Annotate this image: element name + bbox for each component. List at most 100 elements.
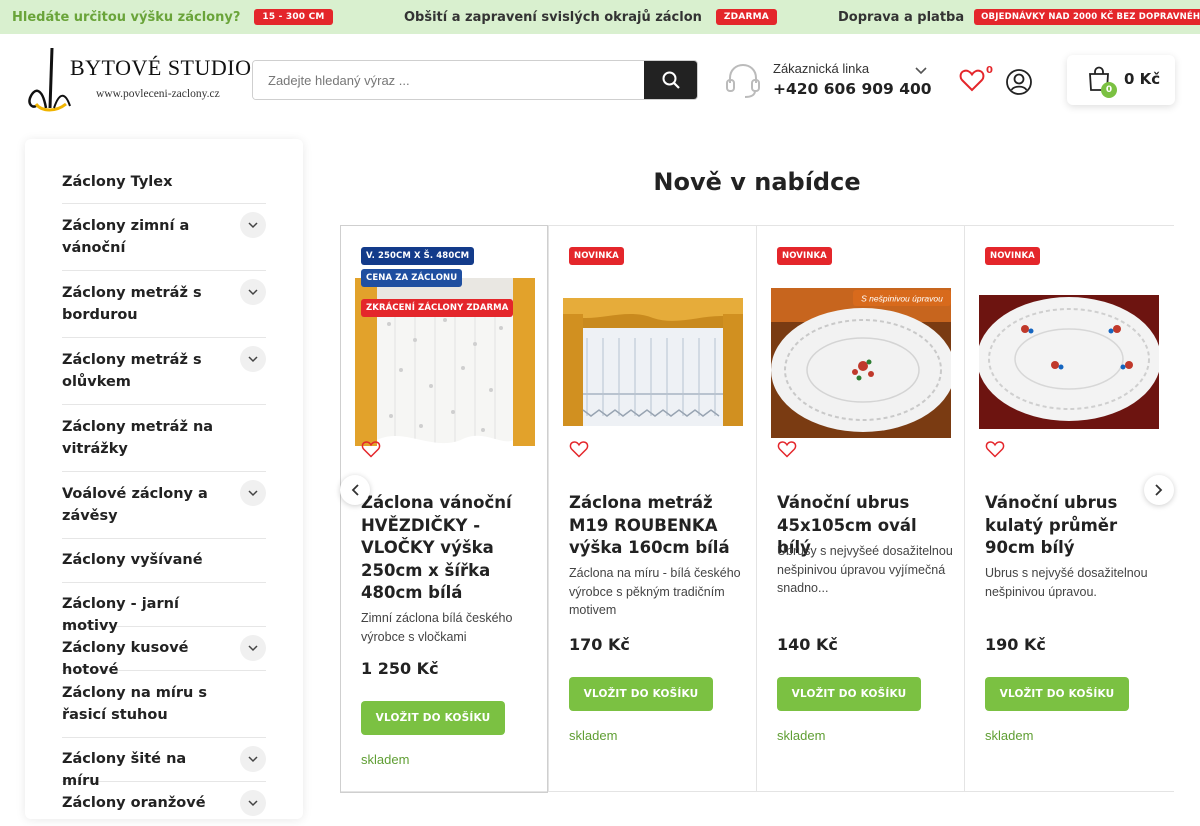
sidebar-item-label[interactable]: Záclony zimní a vánoční [62, 215, 266, 259]
chevron-left-icon [351, 484, 359, 496]
chevron-down-icon [248, 799, 258, 806]
heart-icon[interactable] [361, 440, 381, 458]
product-image[interactable] [563, 298, 743, 426]
logo-mark [28, 47, 71, 112]
account-button[interactable] [1005, 68, 1033, 96]
sidebar-item[interactable]: Záclony - jarní motivy [62, 583, 266, 634]
add-to-cart-button[interactable]: VLOŽIT DO KOŠÍKU [985, 677, 1129, 711]
hemming-badge: ZDARMA [715, 9, 777, 25]
logo-title: BYTOVÉ STUDIO [70, 55, 252, 80]
expand-toggle[interactable] [240, 746, 266, 772]
expand-toggle[interactable] [240, 790, 266, 816]
sidebar-item-label[interactable]: Záclony metráž s olůvkem [62, 349, 266, 393]
sidebar-item[interactable]: Záclony šité na míru [62, 738, 266, 789]
headset-icon [726, 63, 760, 98]
add-to-cart-button[interactable]: VLOŽIT DO KOŠÍKU [777, 677, 921, 711]
top-info-bar: Hledáte určitou výšku záclony? 15 - 300 … [0, 0, 1200, 34]
product-carousel: V. 250CM X Š. 480CM CENA ZA ZÁCLONU ZKRÁ… [340, 225, 1174, 793]
shipping-link[interactable]: Doprava a platba [838, 10, 964, 25]
product-price: 190 Kč [985, 635, 1046, 654]
product-description: Ubrusy s nejvyšeé dosažitelnou nešpinivo… [777, 544, 953, 595]
chevron-down-icon [248, 755, 258, 762]
product-tags: V. 250CM X Š. 480CM CENA ZA ZÁCLONU ZKRÁ… [361, 247, 514, 317]
sidebar-item[interactable]: Záclony metráž s olůvkem [62, 338, 266, 405]
expand-toggle[interactable] [240, 480, 266, 506]
sidebar-item-label[interactable]: Záclony na míru s řasicí stuhou [62, 682, 266, 726]
expand-toggle[interactable] [240, 346, 266, 372]
new-tag: NOVINKA [777, 247, 832, 265]
heart-icon[interactable] [985, 440, 1005, 458]
search-button[interactable] [644, 61, 697, 99]
product-tags: NOVINKA [777, 247, 832, 265]
product-card[interactable]: V. 250CM X Š. 480CM CENA ZA ZÁCLONU ZKRÁ… [340, 225, 548, 793]
sidebar-item-label[interactable]: Záclony oranžové [62, 792, 266, 814]
height-info[interactable]: Hledáte určitou výšku záclony? 15 - 300 … [12, 0, 333, 34]
sidebar-item-label[interactable]: Záclony metráž na vitrážky [62, 416, 266, 460]
product-name[interactable]: Záclona vánoční HVĚZDIČKY - VLOČKY výška… [361, 492, 539, 605]
chevron-down-icon [248, 644, 258, 651]
product-description: Ubrus s nejvyšé dosažitelnou nešpinivou … [985, 566, 1148, 599]
shipping-info[interactable]: Doprava a platba OBJEDNÁVKY NAD 2000 KČ … [838, 0, 1200, 34]
search-icon [662, 71, 680, 89]
product-name[interactable]: Záclona metráž M19 ROUBENKA výška 160cm … [569, 492, 747, 560]
product-price: 1 250 Kč [361, 659, 439, 678]
stock-status: skladem [985, 728, 1034, 743]
add-to-cart-button[interactable]: VLOŽIT DO KOŠÍKU [361, 701, 505, 735]
sidebar-item-label[interactable]: Záclony Tylex [62, 171, 266, 193]
chevron-down-icon [248, 288, 258, 295]
chevron-down-icon [248, 355, 258, 362]
sidebar-item[interactable]: Záclony kusové hotové [62, 627, 266, 678]
hemming-text: Obšití a zapravení svislých okrajů záclo… [404, 9, 702, 25]
heart-icon [959, 69, 985, 92]
height-badge: 15 - 300 CM [254, 9, 333, 25]
new-tag: NOVINKA [985, 247, 1040, 265]
sidebar-item[interactable]: Záclony Tylex [62, 161, 266, 204]
customer-line-label: Zákaznická linka [773, 61, 870, 76]
cart-count: 0 [1101, 82, 1117, 98]
sidebar-item[interactable]: Záclony metráž na vitrážky [62, 405, 266, 472]
product-price: 140 Kč [777, 635, 838, 654]
search-bar [252, 60, 698, 100]
heart-icon[interactable] [777, 440, 797, 458]
product-card[interactable]: NOVINKA Záclona metráž M19 ROUBENKA výšk… [548, 226, 756, 792]
product-image[interactable]: S nešpinivou úpravou [771, 288, 951, 438]
expand-toggle[interactable] [240, 279, 266, 305]
sidebar-item[interactable]: Záclony zimní a vánoční [62, 204, 266, 271]
sidebar-item-label[interactable]: Záclony metráž s bordurou [62, 282, 266, 326]
product-card[interactable]: S nešpinivou úpravou NOVINKA Vánoční ubr… [756, 226, 964, 792]
carousel-prev-button[interactable] [340, 475, 370, 505]
sidebar-item[interactable]: Záclony metráž s bordurou [62, 271, 266, 338]
cart-total: 0 Kč [1124, 70, 1161, 88]
sidebar-item-label[interactable]: Voálové záclony a závěsy [62, 483, 266, 527]
wishlist-button[interactable]: 0 [959, 65, 999, 98]
new-tag: NOVINKA [569, 247, 624, 265]
sidebar-item[interactable]: Voálové záclony a závěsy [62, 472, 266, 539]
wishlist-count: 0 [986, 65, 993, 76]
expand-toggle[interactable] [240, 212, 266, 238]
sidebar-item[interactable]: Záclony vyšívané [62, 539, 266, 583]
product-tags: NOVINKA [985, 247, 1040, 265]
expand-toggle[interactable] [240, 635, 266, 661]
search-input[interactable] [253, 61, 644, 99]
user-icon [1006, 69, 1032, 95]
site-logo[interactable]: BYTOVÉ STUDIO www.povleceni-zaclony.cz [26, 46, 251, 112]
chevron-down-icon[interactable] [915, 67, 927, 75]
sidebar-item-label[interactable]: Záclony vyšívané [62, 549, 266, 571]
product-image[interactable] [979, 295, 1159, 429]
chevron-down-icon [248, 221, 258, 228]
heart-icon[interactable] [569, 440, 589, 458]
product-name[interactable]: Vánoční ubrus kulatý průměr 90cm bílý [985, 492, 1163, 560]
carousel-next-button[interactable] [1144, 475, 1174, 505]
cart-button[interactable]: 0 0 Kč [1067, 55, 1175, 105]
sidebar-item[interactable]: Záclony na míru s řasicí stuhou [62, 671, 266, 738]
add-to-cart-button[interactable]: VLOŽIT DO KOŠÍKU [569, 677, 713, 711]
customer-line[interactable]: Zákaznická linka +420 606 909 400 [724, 58, 934, 104]
image-label: S nešpinivou úpravou [861, 294, 943, 304]
sidebar-item[interactable]: Záclony oranžové [62, 782, 266, 826]
customer-line-phone[interactable]: +420 606 909 400 [773, 80, 932, 98]
stock-status: skladem [777, 728, 826, 743]
site-header: BYTOVÉ STUDIO www.povleceni-zaclony.cz Z… [0, 34, 1200, 126]
height-question[interactable]: Hledáte určitou výšku záclony? [12, 10, 240, 25]
category-list: Záclony Tylex Záclony zimní a vánoční Zá… [62, 161, 266, 826]
product-card[interactable]: NOVINKA Vánoční ubrus kulatý průměr 90cm… [964, 226, 1174, 792]
